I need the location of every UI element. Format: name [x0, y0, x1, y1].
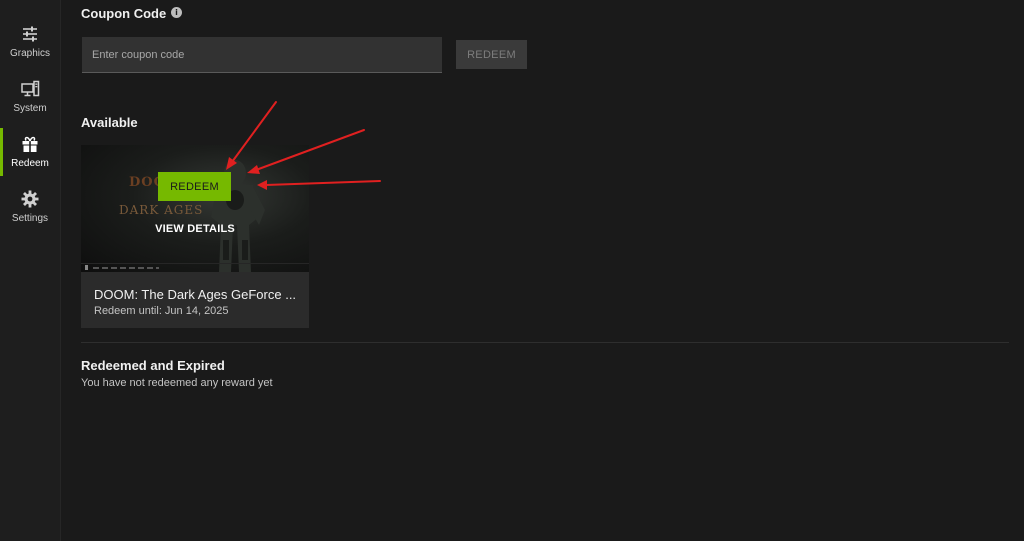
coupon-code-input[interactable]	[82, 37, 442, 73]
sidebar-item-redeem[interactable]: Redeem	[0, 128, 60, 186]
available-heading: Available	[81, 115, 138, 130]
sidebar-item-label: Graphics	[9, 48, 50, 59]
coupon-redeem-button[interactable]: REDEEM	[456, 40, 527, 69]
reward-title: DOOM: The Dark Ages GeForce ...	[94, 287, 297, 302]
legal-text-strip	[93, 267, 159, 269]
view-details-link[interactable]: VIEW DETAILS	[81, 223, 309, 235]
sidebar: Graphics System Redeem Settings	[0, 0, 61, 541]
sidebar-item-settings[interactable]: Settings	[0, 187, 60, 241]
sidebar-item-graphics[interactable]: Graphics	[0, 22, 60, 76]
app-window: Graphics System Redeem Settings Coupon C…	[0, 0, 1024, 541]
sliders-icon	[23, 26, 37, 42]
section-divider	[81, 342, 1009, 343]
sidebar-item-label: Settings	[11, 213, 49, 224]
artwork-footer	[81, 263, 309, 272]
redeemed-expired-heading: Redeemed and Expired	[81, 358, 225, 373]
sidebar-item-label: Redeem	[11, 158, 49, 169]
reward-redeem-button[interactable]: REDEEM	[158, 172, 231, 201]
sidebar-item-system[interactable]: System	[0, 77, 60, 131]
info-icon[interactable]: i	[171, 7, 182, 18]
coupon-code-heading: Coupon Code	[81, 6, 167, 21]
monitor-computer-icon	[21, 80, 40, 97]
game-logo-subtitle: DARK AGES	[119, 203, 204, 217]
reward-expiry: Redeem until: Jun 14, 2025	[94, 305, 229, 317]
sidebar-item-label: System	[13, 103, 47, 114]
redeem-page: Coupon Code i REDEEM Available DOOM DARK…	[61, 0, 1024, 541]
gift-icon	[22, 136, 38, 152]
empty-state-message: You have not redeemed any reward yet	[81, 377, 273, 389]
reward-card[interactable]: DOOM DARK AGES REDEEM VIEW DETAILS DOOM:…	[81, 145, 309, 328]
gear-icon	[21, 190, 39, 208]
reward-card-artwork: DOOM DARK AGES	[81, 145, 309, 272]
publisher-logo	[85, 265, 88, 270]
